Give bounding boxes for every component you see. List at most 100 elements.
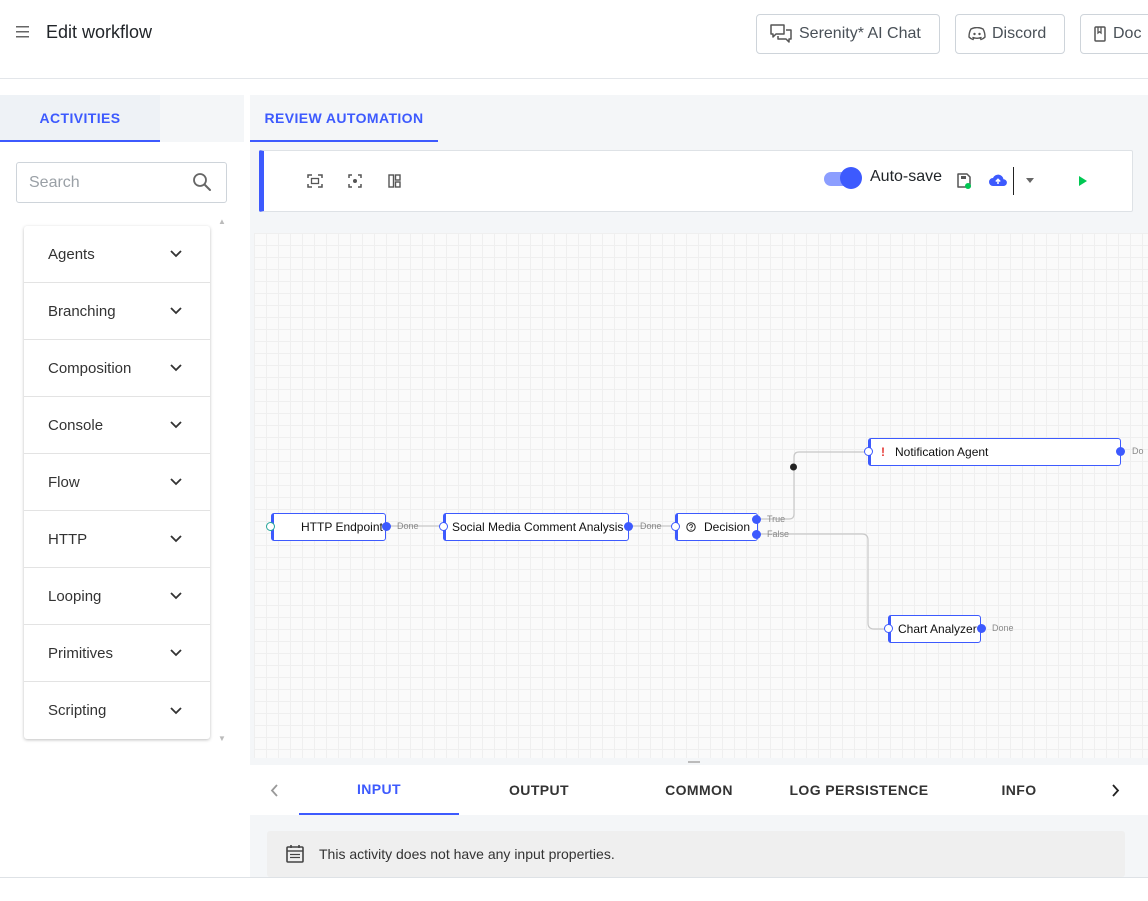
category-label: Composition xyxy=(48,359,132,377)
layout-icon[interactable] xyxy=(388,174,401,188)
chevron-down-icon xyxy=(170,592,182,600)
node-label: HTTP Endpoint xyxy=(301,520,383,534)
tab-activities[interactable]: ACTIVITIES xyxy=(0,95,160,142)
port-in[interactable] xyxy=(864,447,873,456)
autosave-toggle[interactable] xyxy=(824,167,862,189)
search-icon[interactable] xyxy=(192,172,212,192)
chevron-left-icon[interactable] xyxy=(270,784,278,797)
node-chart-analyzer[interactable]: Chart Analyzer xyxy=(888,615,981,643)
tab-review-automation[interactable]: REVIEW AUTOMATION xyxy=(250,95,438,142)
category-composition[interactable]: Composition xyxy=(24,340,210,397)
connections xyxy=(390,451,886,630)
docs-button[interactable]: Doc xyxy=(1080,14,1148,54)
port-out-done[interactable] xyxy=(1116,447,1125,456)
docs-label: Doc xyxy=(1113,25,1142,42)
category-label: Branching xyxy=(48,302,116,320)
port-start[interactable] xyxy=(266,522,275,531)
question-circle-icon xyxy=(686,522,696,532)
page-title: Edit workflow xyxy=(46,22,153,42)
scroll-up-arrow[interactable]: ▲ xyxy=(218,217,226,226)
play-icon[interactable] xyxy=(1078,175,1088,187)
center-focus-icon[interactable] xyxy=(348,174,362,188)
category-label: Looping xyxy=(48,587,102,605)
node-decision[interactable]: Decision xyxy=(675,513,758,541)
port-in[interactable] xyxy=(884,624,893,633)
chevron-down-icon xyxy=(170,421,182,429)
warning-icon: ! xyxy=(881,445,885,459)
chevron-down-icon xyxy=(170,478,182,486)
category-console[interactable]: Console xyxy=(24,397,210,454)
category-label: Flow xyxy=(48,473,80,491)
port-label-done: Done xyxy=(992,623,1014,633)
port-out-done[interactable] xyxy=(382,522,391,531)
port-out-false[interactable] xyxy=(752,530,761,539)
activities-panel: ACTIVITIES ▲ Agents Branching Compositio… xyxy=(0,95,244,877)
properties-tabbar: INPUT OUTPUT COMMON LOG PERSISTENCE INFO xyxy=(250,765,1148,815)
tab-log-persistence[interactable]: LOG PERSISTENCE xyxy=(779,765,939,815)
tab-input[interactable]: INPUT xyxy=(299,765,459,815)
port-label-done: Done xyxy=(397,521,419,531)
calendar-list-icon xyxy=(286,845,304,863)
toggle-thumb xyxy=(840,167,862,189)
workflow-canvas[interactable]: HTTP Endpoint Done Social Media Comment … xyxy=(254,233,1148,758)
edge-false-chart xyxy=(761,533,886,630)
port-in[interactable] xyxy=(439,522,448,531)
book-icon xyxy=(1094,26,1106,42)
autosave-label: Auto-save xyxy=(870,168,943,185)
left-tabbar: ACTIVITIES xyxy=(0,95,244,142)
category-flow[interactable]: Flow xyxy=(24,454,210,511)
ai-chat-button[interactable]: Serenity* AI Chat xyxy=(756,14,940,54)
category-looping[interactable]: Looping xyxy=(24,568,210,625)
port-out-true[interactable] xyxy=(752,515,761,524)
search-input[interactable] xyxy=(29,163,189,202)
chevron-down-icon xyxy=(170,250,182,258)
category-agents[interactable]: Agents xyxy=(24,226,210,283)
node-notification-agent[interactable]: ! Notification Agent xyxy=(868,438,1121,466)
node-label: Social Media Comment Analysis xyxy=(452,520,624,534)
edge-junction xyxy=(790,463,797,471)
chat-icon xyxy=(770,24,792,43)
category-label: HTTP xyxy=(48,530,88,548)
chevron-right-icon[interactable] xyxy=(1112,784,1120,797)
tab-output[interactable]: OUTPUT xyxy=(459,765,619,815)
category-label: Primitives xyxy=(48,644,114,662)
scroll-down-arrow[interactable]: ▼ xyxy=(218,734,226,743)
discord-label: Discord xyxy=(992,25,1047,42)
chevron-down-icon xyxy=(170,307,182,315)
port-out-done[interactable] xyxy=(977,624,986,633)
toolbar-divider xyxy=(1013,167,1014,195)
edge-true-notification xyxy=(761,451,864,520)
fit-screen-icon[interactable] xyxy=(307,174,323,188)
chevron-down-icon xyxy=(170,535,182,543)
footer-divider xyxy=(0,877,1148,878)
app-header: Edit workflow Serenity* AI Chat Discord … xyxy=(0,0,1148,79)
chevron-down-icon xyxy=(170,649,182,657)
category-scripting[interactable]: Scripting xyxy=(24,682,210,739)
chevron-down-icon xyxy=(170,364,182,372)
node-social-media-analysis[interactable]: Social Media Comment Analysis xyxy=(443,513,629,541)
info-message-text: This activity does not have any input pr… xyxy=(319,846,615,862)
category-label: Console xyxy=(48,416,104,434)
category-http[interactable]: HTTP xyxy=(24,511,210,568)
resize-handle[interactable] xyxy=(688,761,700,763)
discord-icon xyxy=(968,27,986,41)
tab-info[interactable]: INFO xyxy=(939,765,1099,815)
node-label: Decision xyxy=(704,520,751,534)
dropdown-arrow-icon[interactable] xyxy=(1026,178,1034,183)
category-label: Agents xyxy=(48,245,95,263)
discord-button[interactable]: Discord xyxy=(955,14,1065,54)
save-icon[interactable] xyxy=(956,173,972,189)
node-http-endpoint[interactable]: HTTP Endpoint xyxy=(271,513,386,541)
cloud-upload-icon[interactable] xyxy=(988,173,1008,187)
port-out-done[interactable] xyxy=(624,522,633,531)
tab-common[interactable]: COMMON xyxy=(619,765,779,815)
activity-category-list: Agents Branching Composition Console Flo… xyxy=(24,226,210,739)
ai-chat-label: Serenity* AI Chat xyxy=(799,25,921,42)
info-message: This activity does not have any input pr… xyxy=(267,831,1125,877)
menu-icon[interactable] xyxy=(15,24,31,40)
node-label: Notification Agent xyxy=(895,445,989,459)
category-primitives[interactable]: Primitives xyxy=(24,625,210,682)
workflow-panel: REVIEW AUTOMATION Auto-save HTTP Endpoin… xyxy=(250,95,1148,877)
category-branching[interactable]: Branching xyxy=(24,283,210,340)
port-in[interactable] xyxy=(671,522,680,531)
